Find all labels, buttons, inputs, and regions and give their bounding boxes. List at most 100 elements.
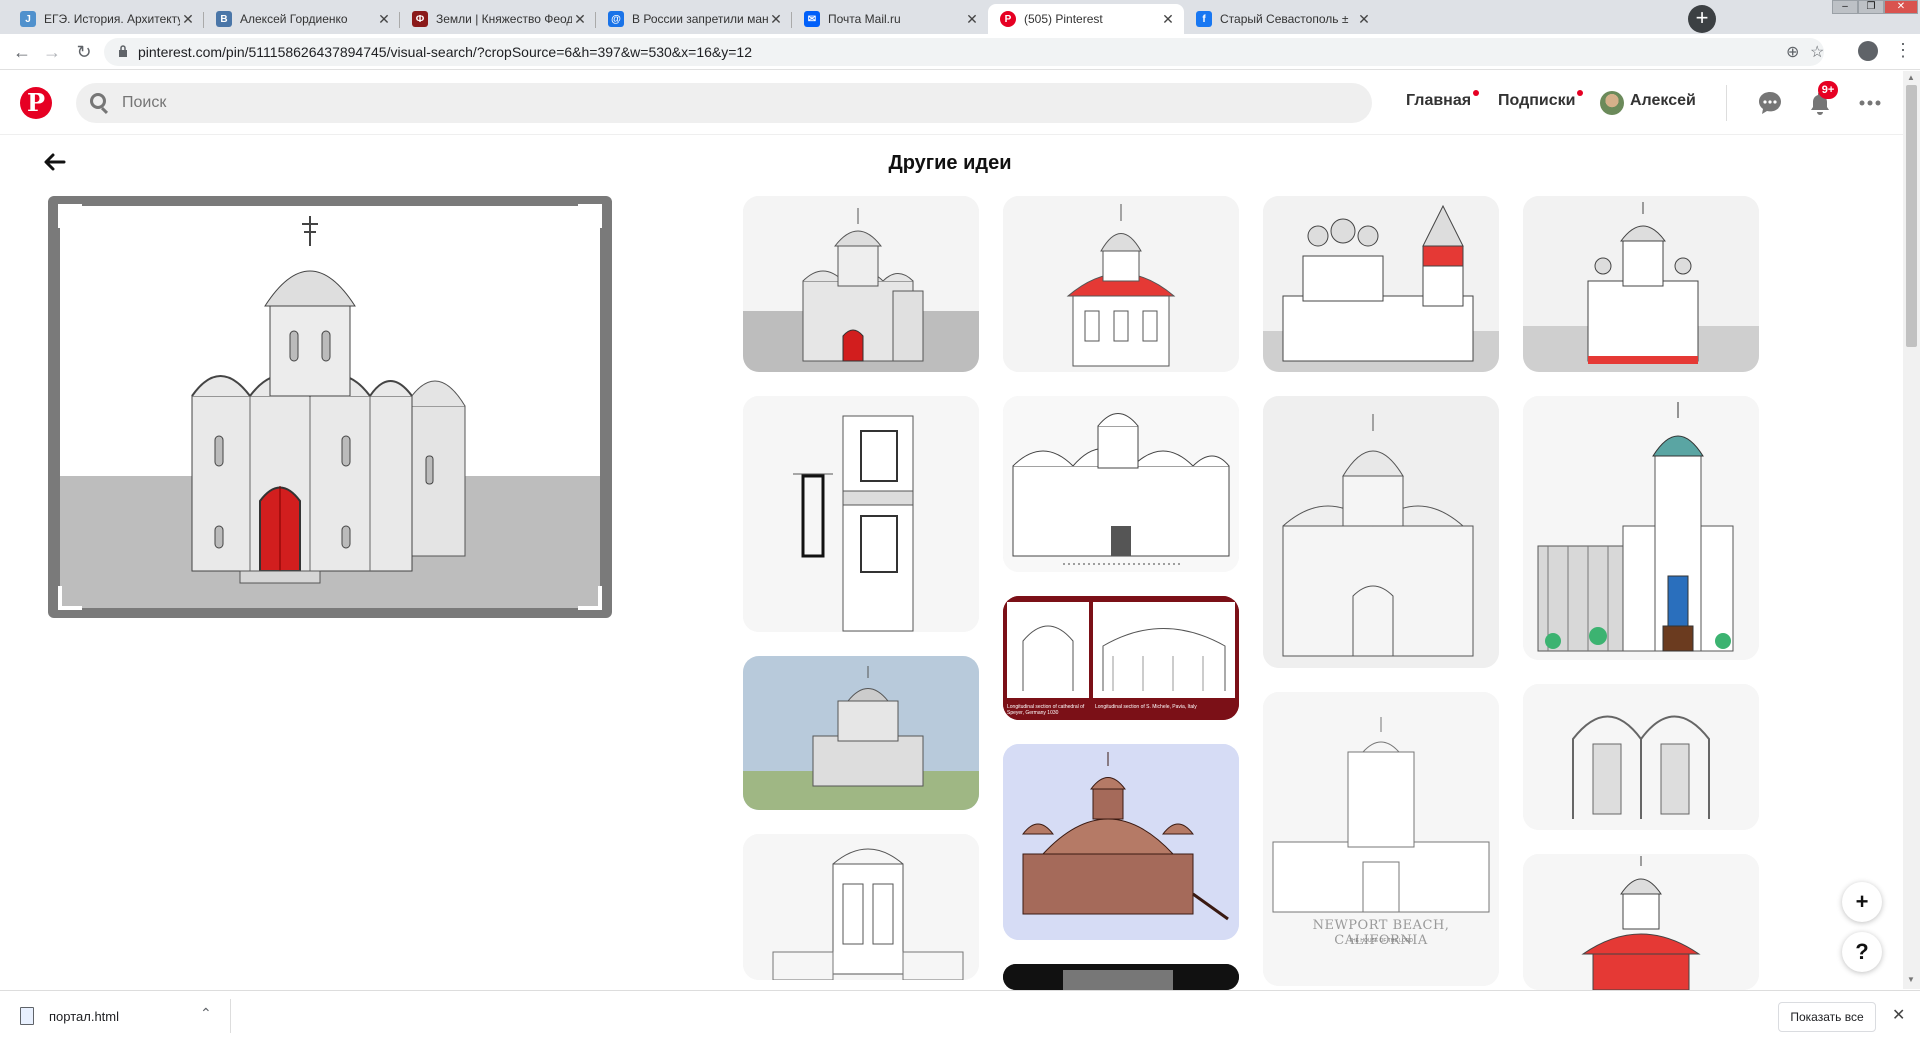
back-icon[interactable]: ← bbox=[10, 40, 34, 64]
search-icon bbox=[90, 93, 106, 109]
close-tab-icon[interactable]: ✕ bbox=[376, 11, 392, 28]
browser-profile-icon[interactable] bbox=[1858, 41, 1878, 61]
pin-card[interactable]: Longitudinal section of cathedral of Spe… bbox=[1003, 596, 1239, 720]
pin-card[interactable] bbox=[1003, 964, 1239, 990]
pin-image bbox=[1523, 854, 1759, 990]
avatar[interactable] bbox=[1600, 91, 1624, 115]
scrollbar[interactable]: ▲ ▼ bbox=[1903, 71, 1920, 989]
pin-card[interactable] bbox=[1003, 196, 1239, 372]
help-button[interactable]: ? bbox=[1842, 932, 1882, 972]
pin-image bbox=[743, 834, 979, 980]
close-tab-icon[interactable]: ✕ bbox=[768, 11, 784, 28]
crop-handle-top-right[interactable] bbox=[578, 204, 602, 228]
pin-image bbox=[743, 656, 979, 810]
tab-title: Почта Mail.ru bbox=[828, 12, 901, 26]
page: { "browser": { "tabs": [ {"title": "ЕГЭ.… bbox=[0, 0, 1920, 1040]
header-divider bbox=[1726, 85, 1727, 121]
scroll-down-icon[interactable]: ▼ bbox=[1907, 975, 1915, 984]
visual-search-crop-frame[interactable] bbox=[48, 196, 612, 618]
close-tab-icon[interactable]: ✕ bbox=[964, 11, 980, 28]
messages-icon[interactable] bbox=[1756, 89, 1784, 117]
download-shelf: портал.html ⌃ Показать все ✕ bbox=[0, 990, 1920, 1040]
browser-tab[interactable]: J ЕГЭ. История. Архитектура. 10 в ✕ bbox=[8, 4, 204, 34]
pin-card[interactable] bbox=[743, 396, 979, 632]
pin-card[interactable] bbox=[1523, 684, 1759, 830]
pinterest-logo-icon[interactable]: P bbox=[20, 87, 52, 119]
nav-home[interactable]: Главная bbox=[1406, 90, 1480, 110]
crop-handle-top-left[interactable] bbox=[58, 204, 82, 228]
section-title: Другие идеи bbox=[888, 152, 1012, 174]
browser-tab[interactable]: ✉ Почта Mail.ru ✕ bbox=[792, 4, 988, 34]
pin-image bbox=[1003, 596, 1239, 720]
close-tab-icon[interactable]: ✕ bbox=[1160, 11, 1176, 28]
show-all-downloads-button[interactable]: Показать все bbox=[1778, 1002, 1876, 1032]
close-tab-icon[interactable]: ✕ bbox=[1356, 11, 1372, 28]
profile-link[interactable]: Алексей bbox=[1630, 92, 1696, 110]
search-input[interactable] bbox=[122, 83, 1322, 123]
scroll-up-icon[interactable]: ▲ bbox=[1907, 73, 1915, 82]
pin-caption: Longitudinal section of cathedral of Spe… bbox=[1007, 704, 1085, 716]
pin-card[interactable] bbox=[1523, 196, 1759, 372]
bookmark-star-icon[interactable]: ☆ bbox=[1810, 42, 1824, 62]
pin-image bbox=[743, 196, 979, 372]
pin-card[interactable] bbox=[1003, 396, 1239, 572]
pin-card[interactable] bbox=[1263, 196, 1499, 372]
pin-card[interactable] bbox=[1263, 396, 1499, 668]
unread-dot bbox=[1577, 90, 1584, 96]
close-window-icon[interactable]: ✕ bbox=[1884, 0, 1918, 14]
more-options-icon[interactable] bbox=[1856, 89, 1884, 117]
browser-tab[interactable]: Ф Земли | Княжество Феодоро ✕ bbox=[400, 4, 596, 34]
pin-caption: THE HOUSE OF THE LORD bbox=[1348, 938, 1414, 944]
add-pin-button[interactable]: + bbox=[1842, 882, 1882, 922]
crop-handle-bottom-left[interactable] bbox=[58, 586, 82, 610]
browser-tab[interactable]: f Старый Севастополь ± ✕ bbox=[1184, 4, 1380, 34]
pin-card[interactable] bbox=[743, 656, 979, 810]
back-arrow-icon[interactable] bbox=[42, 150, 66, 174]
at-icon: @ bbox=[608, 11, 624, 27]
pin-card[interactable] bbox=[743, 834, 979, 980]
forward-icon[interactable]: → bbox=[40, 40, 64, 64]
goblet-icon: Ф bbox=[412, 11, 428, 27]
notifications-badge: 9+ bbox=[1818, 81, 1838, 99]
browser-tab[interactable]: В Алексей Гордиенко ✕ bbox=[204, 4, 400, 34]
tab-title: (505) Pinterest bbox=[1024, 12, 1103, 26]
nav-following-label: Подписки bbox=[1498, 92, 1576, 109]
pin-image bbox=[1263, 396, 1499, 668]
chevron-up-icon[interactable]: ⌃ bbox=[200, 1005, 212, 1022]
search-bar[interactable] bbox=[76, 83, 1372, 123]
pin-card[interactable] bbox=[1523, 854, 1759, 990]
church-illustration bbox=[60, 206, 600, 608]
pin-image bbox=[1003, 964, 1239, 990]
add-icon[interactable]: ⊕ bbox=[1786, 42, 1799, 62]
vk-icon: В bbox=[216, 11, 232, 27]
new-tab-button[interactable]: + bbox=[1688, 5, 1716, 33]
download-file-name[interactable]: портал.html bbox=[49, 1009, 119, 1024]
omnibox[interactable]: pinterest.com/pin/511158626437894745/vis… bbox=[104, 38, 1824, 66]
close-tab-icon[interactable]: ✕ bbox=[572, 11, 588, 28]
reload-icon[interactable]: ↻ bbox=[72, 40, 96, 64]
pin-card[interactable] bbox=[1003, 744, 1239, 940]
pin-card[interactable]: NEWPORT BEACH, CALIFORNIA THE HOUSE OF T… bbox=[1263, 692, 1499, 986]
url-text[interactable]: pinterest.com/pin/511158626437894745/vis… bbox=[138, 44, 752, 60]
crop-handle-bottom-right[interactable] bbox=[578, 586, 602, 610]
pinterest-header: P Главная Подписки Алексей 9+ bbox=[0, 71, 1920, 135]
maximize-icon[interactable]: ❐ bbox=[1858, 0, 1884, 14]
close-tab-icon[interactable]: ✕ bbox=[180, 11, 196, 28]
scrollbar-thumb[interactable] bbox=[1906, 85, 1917, 347]
divider bbox=[230, 999, 231, 1033]
close-icon[interactable]: ✕ bbox=[1892, 1005, 1905, 1025]
pin-image bbox=[1003, 396, 1239, 572]
pinterest-icon: P bbox=[1000, 11, 1016, 27]
tab-title: В России запретили мандарины bbox=[632, 12, 768, 26]
pin-card[interactable] bbox=[743, 196, 979, 372]
minimize-icon[interactable]: – bbox=[1832, 0, 1858, 14]
browser-tab-active[interactable]: P (505) Pinterest ✕ bbox=[988, 4, 1184, 34]
pin-card[interactable] bbox=[1523, 396, 1759, 660]
tab-title: Старый Севастополь ± bbox=[1220, 12, 1349, 26]
pin-image bbox=[1263, 196, 1499, 372]
nav-following[interactable]: Подписки bbox=[1498, 90, 1584, 110]
tab-title: ЕГЭ. История. Архитектура. 10 в bbox=[44, 12, 180, 26]
pin-caption: Longitudinal section of S. Michele, Pavi… bbox=[1095, 704, 1197, 710]
browser-tab[interactable]: @ В России запретили мандарины ✕ bbox=[596, 4, 792, 34]
browser-menu-icon[interactable]: ⋮ bbox=[1894, 40, 1912, 61]
